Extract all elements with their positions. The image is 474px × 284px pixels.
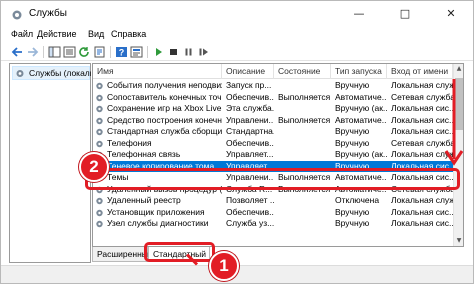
stop-service-icon[interactable] xyxy=(167,46,180,58)
cell-name: События получения неподвиж... xyxy=(107,80,222,90)
table-row[interactable]: Сохранение игр на Xbox Live Эта служба...… xyxy=(93,103,453,115)
tab-extended[interactable]: Расширенный xyxy=(92,247,153,262)
scroll-up-arrow-icon[interactable]: ▲ xyxy=(454,64,464,74)
cell-status xyxy=(274,218,331,230)
cell-description: Служба уз... xyxy=(226,218,274,228)
cell-startup-type: Вручную (ак... xyxy=(335,103,387,113)
table-row[interactable]: Средство построения конечны... Управлени.… xyxy=(93,115,453,127)
window-title: Службы xyxy=(29,8,67,19)
list-header: Имя Описание Состояние Тип запуска Вход … xyxy=(93,64,453,79)
cell-name: Узел службы диагностики xyxy=(107,218,209,228)
table-row[interactable]: Установщик приложения Обеспечив... Вручную… xyxy=(93,207,453,219)
cell-name: Телефония xyxy=(107,137,152,148)
cell-name: Сохранение игр на Xbox Live xyxy=(107,103,222,113)
cell-startup-type: Автоматиче... xyxy=(335,114,387,125)
title-bar: Службы — □ ✕ xyxy=(1,1,473,27)
console-tree-icon[interactable] xyxy=(48,46,61,58)
scroll-down-red-arrow-icon xyxy=(444,79,464,166)
view-tabs: Расширенный Стандартный xyxy=(92,247,392,263)
menu-help[interactable]: Справка xyxy=(111,29,146,39)
back-arrow-icon[interactable] xyxy=(11,46,24,58)
menu-bar: Файл Действие Вид Справка xyxy=(1,27,473,44)
cell-name: Удаленный реестр xyxy=(107,195,181,205)
cell-startup-type: Вручную xyxy=(335,137,370,148)
cell-description: Запуск пр... xyxy=(226,80,272,90)
services-gear-icon xyxy=(16,70,24,77)
standard-tab-highlight-frame xyxy=(144,242,215,262)
cell-log-on-as: Локальная сис... xyxy=(391,206,453,217)
list-view-icon[interactable] xyxy=(63,46,76,58)
cell-startup-type: Вручную xyxy=(335,206,370,217)
cell-description: Эта служба... xyxy=(226,103,274,113)
menu-action[interactable]: Действие xyxy=(37,29,77,39)
services-window: Службы — □ ✕ Файл Действие Вид Справка ?… xyxy=(0,0,474,284)
cell-name: Стандартная служба сборщика... xyxy=(107,126,222,136)
pause-service-icon[interactable] xyxy=(182,46,195,58)
maximize-button[interactable]: □ xyxy=(383,1,427,27)
tree-item-services[interactable]: Службы (локаль xyxy=(12,66,91,80)
forward-arrow-icon[interactable] xyxy=(26,46,39,58)
start-service-icon[interactable] xyxy=(152,46,165,58)
cell-startup-type: Вручную xyxy=(335,126,370,136)
column-header-startup-type[interactable]: Тип запуска xyxy=(331,64,387,79)
tree-item-label: Службы (локаль xyxy=(29,68,91,78)
table-row[interactable]: Удаленный реестр Позволяет ... Отключена Ло… xyxy=(93,195,453,207)
cell-name: Установщик приложения xyxy=(107,206,205,217)
table-row[interactable]: События получения неподвиж... Запуск пр..… xyxy=(93,80,453,92)
cell-status xyxy=(274,103,331,115)
table-row[interactable]: Сопоставитель конечных точ... Обеспечив..… xyxy=(93,92,453,104)
cell-description: Обеспечив... xyxy=(226,206,274,217)
cell-log-on-as: Локальная сис... xyxy=(391,218,453,228)
selected-row-highlight-frame xyxy=(85,168,460,190)
help-icon[interactable]: ? xyxy=(115,46,128,58)
callout-badge-1: 1 xyxy=(209,251,239,281)
cell-name: Телефонная связь xyxy=(107,149,181,159)
cell-description: Стандартна... xyxy=(226,126,274,136)
cell-startup-type: Отключена xyxy=(335,195,380,205)
cell-status xyxy=(274,207,331,219)
cell-startup-type: Вручную xyxy=(335,80,370,90)
menu-view[interactable]: Вид xyxy=(88,29,104,39)
cell-startup-type: Автоматиче... xyxy=(335,91,387,102)
cell-startup-type: Вручную (ак... xyxy=(335,149,387,159)
cell-name: Средство построения конечны... xyxy=(107,114,222,125)
cell-status xyxy=(274,80,331,92)
cell-description: Позволяет ... xyxy=(226,195,274,205)
cell-status xyxy=(274,138,331,150)
scroll-down-arrow-icon[interactable]: ▼ xyxy=(454,236,464,246)
column-header-status[interactable]: Состояние xyxy=(274,64,331,79)
restart-service-icon[interactable] xyxy=(197,46,210,58)
minimize-button[interactable]: — xyxy=(337,1,381,27)
callout-badge-2: 2 xyxy=(79,152,109,182)
cell-name: Сопоставитель конечных точ... xyxy=(107,91,222,102)
properties-icon[interactable] xyxy=(130,46,143,58)
cell-description: Управлени... xyxy=(226,114,274,125)
table-row[interactable]: Стандартная служба сборщика... Стандартна… xyxy=(93,126,453,138)
cell-status xyxy=(274,195,331,207)
table-row[interactable]: Телефонная связь Управляет... Вручную (ак.… xyxy=(93,149,453,161)
cell-status xyxy=(274,126,331,138)
cell-description: Управляет... xyxy=(226,149,274,159)
services-list: Имя Описание Состояние Тип запуска Вход … xyxy=(92,63,464,247)
svg-text:?: ? xyxy=(119,48,125,58)
cell-status xyxy=(274,149,331,161)
close-button[interactable]: ✕ xyxy=(429,1,473,27)
refresh-icon[interactable] xyxy=(78,46,91,58)
cell-log-on-as: Локальная служ xyxy=(391,195,453,205)
cell-description: Обеспечив... xyxy=(226,91,274,102)
services-gear-icon xyxy=(12,10,22,20)
toolbar: ? xyxy=(1,44,473,61)
cell-startup-type: Вручную xyxy=(335,218,370,228)
menu-file[interactable]: Файл xyxy=(11,29,33,39)
column-header-name[interactable]: Имя xyxy=(93,64,222,79)
table-row[interactable]: Узел службы диагностики Служба уз... Вручн… xyxy=(93,218,453,230)
column-header-description[interactable]: Описание xyxy=(222,64,274,79)
table-row[interactable]: Телефония Обеспечив... Вручную Сетевая служ… xyxy=(93,138,453,150)
export-list-icon[interactable] xyxy=(93,46,106,58)
cell-status: Выполняется xyxy=(278,114,331,125)
cell-status: Выполняется xyxy=(278,91,331,102)
cell-description: Обеспечив... xyxy=(226,137,274,148)
